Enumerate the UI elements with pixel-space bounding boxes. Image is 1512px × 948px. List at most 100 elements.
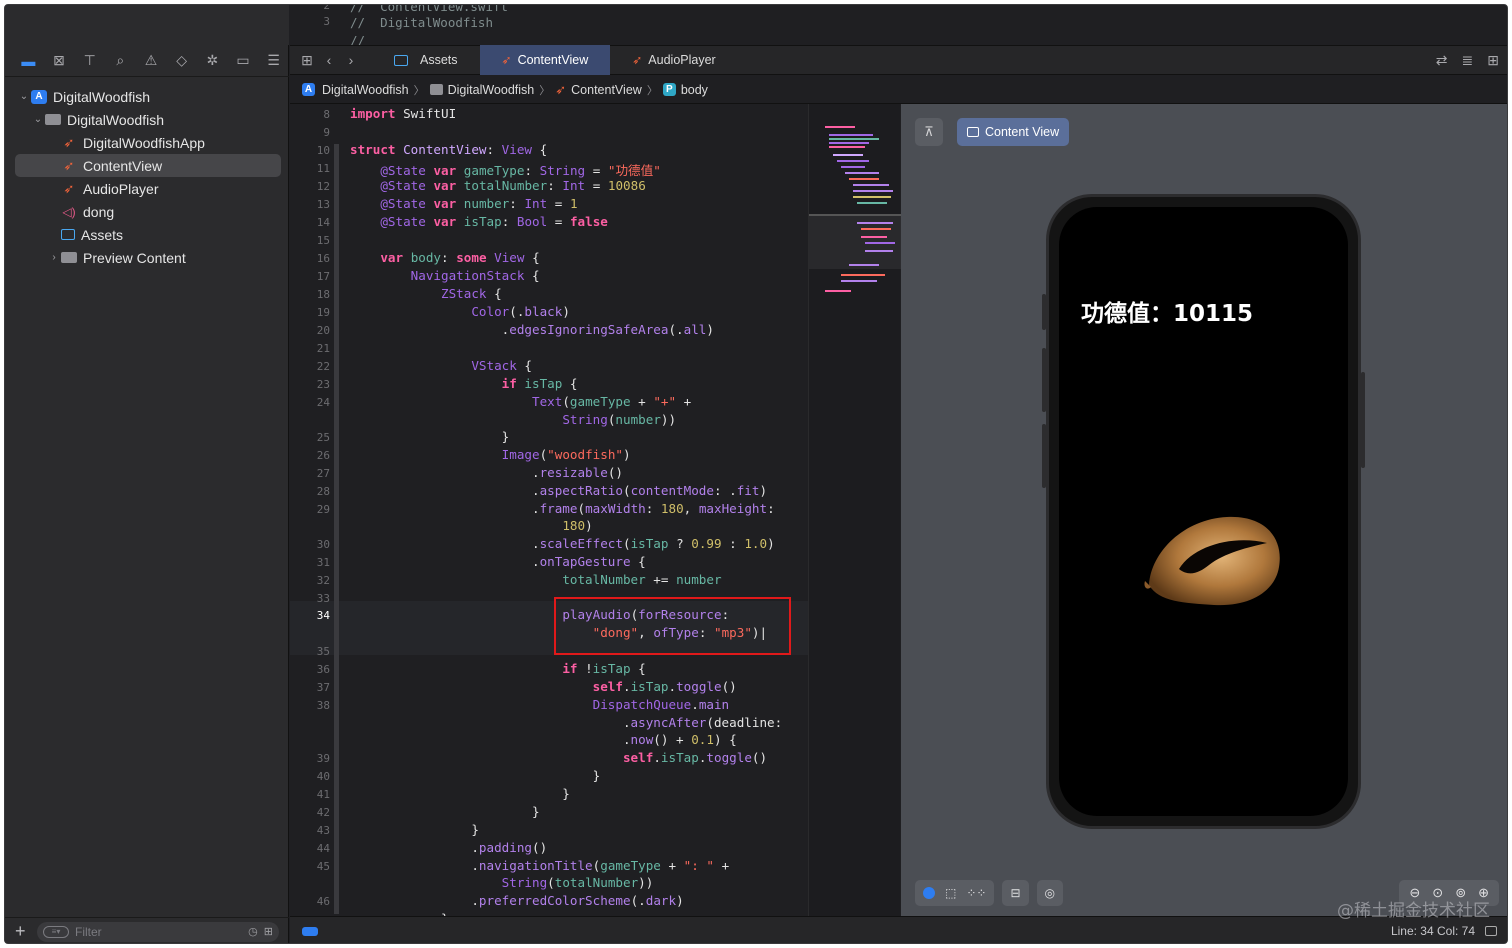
- content-view-label: Content View: [985, 125, 1060, 139]
- swap-icon[interactable]: ⇄: [1436, 52, 1448, 69]
- breadcrumb-item[interactable]: ContentView: [571, 83, 642, 97]
- device-button[interactable]: ◎: [1036, 880, 1063, 906]
- swift-file-icon: ➶: [63, 180, 75, 196]
- source-control-icon[interactable]: ⊠: [44, 49, 75, 73]
- line-number: 42: [316, 806, 330, 819]
- code-line: totalNumber += number: [562, 572, 722, 587]
- grid-icon[interactable]: ⊞: [296, 52, 318, 69]
- annotation-highlight-box: [554, 597, 791, 655]
- code-line: .aspectRatio(contentMode: .fit): [350, 483, 768, 498]
- code-line: }: [350, 786, 570, 801]
- minimap-line: [857, 202, 887, 204]
- breadcrumb: A DigitalWoodfish 〉 DigitalWoodfish 〉 ➶ …: [290, 76, 1507, 104]
- filter-placeholder: Filter: [75, 924, 102, 939]
- selectable-mode-icon[interactable]: ⬚: [945, 886, 956, 900]
- tree-item-group[interactable]: ⌄ DigitalWoodfish: [5, 108, 289, 131]
- tree-item-project[interactable]: ⌄ A DigitalWoodfish: [5, 85, 289, 108]
- test-icon[interactable]: ◇: [166, 49, 197, 73]
- code-line: var body: some View {: [380, 250, 540, 265]
- pin-icon[interactable]: ⊼: [915, 118, 943, 146]
- code-fold-ribbon[interactable]: [334, 144, 339, 914]
- code-line: self.isTap.toggle(): [592, 679, 737, 694]
- back-icon[interactable]: ‹: [318, 52, 340, 68]
- minimap-line: [865, 250, 893, 252]
- tree-item-group[interactable]: › Preview Content: [5, 246, 289, 269]
- debug-area-toggle-icon[interactable]: [302, 926, 318, 936]
- line-number: 31: [316, 556, 330, 569]
- add-editor-icon[interactable]: ⊞: [1487, 52, 1499, 69]
- tab-audioplayer[interactable]: ➶ AudioPlayer: [610, 45, 737, 75]
- tree-item-file[interactable]: ➶ DigitalWoodfishApp: [5, 131, 289, 154]
- warning-icon[interactable]: ⚠: [136, 49, 167, 73]
- breadcrumb-item[interactable]: DigitalWoodfish: [448, 83, 535, 97]
- assets-icon: [61, 229, 75, 240]
- minimap-line: [861, 228, 891, 230]
- tree-item-file-selected[interactable]: ➶ ContentView: [15, 154, 281, 177]
- line-number: 8: [323, 108, 330, 121]
- tab-contentview[interactable]: ➶ ContentView: [479, 45, 611, 75]
- minimap-line: [841, 274, 885, 276]
- search-icon[interactable]: ⌕: [105, 49, 136, 73]
- report-icon[interactable]: ☰: [258, 49, 289, 73]
- content-view-preview-button[interactable]: Content View: [957, 118, 1070, 146]
- symbol-icon[interactable]: ⊤: [74, 49, 105, 73]
- recent-files-icon[interactable]: ◷: [248, 925, 258, 938]
- device-settings-button[interactable]: ⊟: [1002, 880, 1029, 906]
- filter-options-icon[interactable]: ≡▾: [43, 925, 69, 938]
- chevron-right-icon[interactable]: ›: [47, 252, 61, 263]
- breadcrumb-item[interactable]: DigitalWoodfish: [322, 83, 409, 97]
- minimap-line: [829, 138, 879, 140]
- line-number: 23: [316, 378, 330, 391]
- line-number: 25: [316, 431, 330, 444]
- debug-icon[interactable]: ✲: [197, 49, 228, 73]
- merit-counter-text: 功德值：10115: [1081, 301, 1254, 327]
- property-badge-icon: P: [662, 83, 676, 96]
- code-line: @State var totalNumber: Int = 10086: [380, 178, 646, 193]
- folder-icon[interactable]: ▬: [13, 49, 44, 73]
- code-line: DispatchQueue.main: [592, 697, 730, 712]
- phone-side-button: [1361, 372, 1365, 468]
- breakpoint-icon[interactable]: ▭: [228, 49, 259, 73]
- add-icon[interactable]: +: [15, 921, 29, 942]
- line-number: 12: [316, 180, 330, 193]
- variants-icon[interactable]: ⁘⁘: [966, 886, 986, 900]
- code-line: .asyncAfter(deadline:: [350, 715, 783, 730]
- swift-file-icon: ➶: [63, 157, 75, 173]
- code-line: @State var number: Int = 1: [380, 196, 578, 211]
- swift-file-icon: ➶: [501, 53, 512, 67]
- tree-item-label: AudioPlayer: [83, 180, 159, 197]
- breadcrumb-item[interactable]: body: [681, 83, 708, 97]
- code-editor[interactable]: 8 9 10 11 12 13 14 15 16 17 18 19 20 21 …: [290, 104, 808, 916]
- chevron-down-icon[interactable]: ⌄: [17, 91, 31, 102]
- woodfish-image[interactable]: [1139, 507, 1289, 617]
- line-number: 26: [316, 449, 330, 462]
- sidebar-toolbar-area: [5, 5, 289, 45]
- chevron-down-icon[interactable]: ⌄: [31, 114, 45, 125]
- tree-item-label: DigitalWoodfish: [67, 111, 165, 128]
- code-line: }: [350, 822, 479, 837]
- device-screen[interactable]: 功德值：10115: [1059, 207, 1348, 816]
- live-preview-icon[interactable]: [923, 887, 935, 899]
- minimap[interactable]: [808, 104, 901, 916]
- watermark: @稀土掘金技术社区: [1337, 901, 1490, 921]
- tree-item-file[interactable]: ➶ AudioPlayer: [5, 177, 289, 200]
- code-line: .now() + 0.1) {: [350, 732, 737, 747]
- line-number: 14: [316, 216, 330, 229]
- chevron-right-icon: 〉: [539, 84, 551, 97]
- inspector-toggle-icon[interactable]: [1485, 926, 1497, 936]
- chevron-right-icon: 〉: [646, 84, 658, 97]
- tree-item-file[interactable]: Assets: [5, 223, 289, 246]
- tree-item-file[interactable]: ◁) dong: [5, 200, 289, 223]
- code-line: ZStack {: [441, 286, 502, 301]
- code-line: NavigationStack {: [410, 268, 540, 283]
- forward-icon[interactable]: ›: [340, 52, 362, 68]
- filter-input[interactable]: ≡▾ Filter ◷ ⊞: [37, 921, 279, 942]
- tree-item-label: Preview Content: [83, 249, 186, 266]
- minimap-line: [829, 134, 873, 136]
- code-line: import SwiftUI: [350, 106, 457, 121]
- device-icon: ◎: [1044, 886, 1055, 900]
- preview-canvas: ⊼ Content View 功德值：10115 ⬚ ⁘⁘ ⊟ ◎ ⊖ ⊙ ⊚ …: [901, 104, 1507, 916]
- tab-assets[interactable]: Assets: [372, 45, 480, 75]
- source-control-filter-icon[interactable]: ⊞: [264, 925, 273, 938]
- editor-options-icon[interactable]: ≣: [1462, 52, 1474, 69]
